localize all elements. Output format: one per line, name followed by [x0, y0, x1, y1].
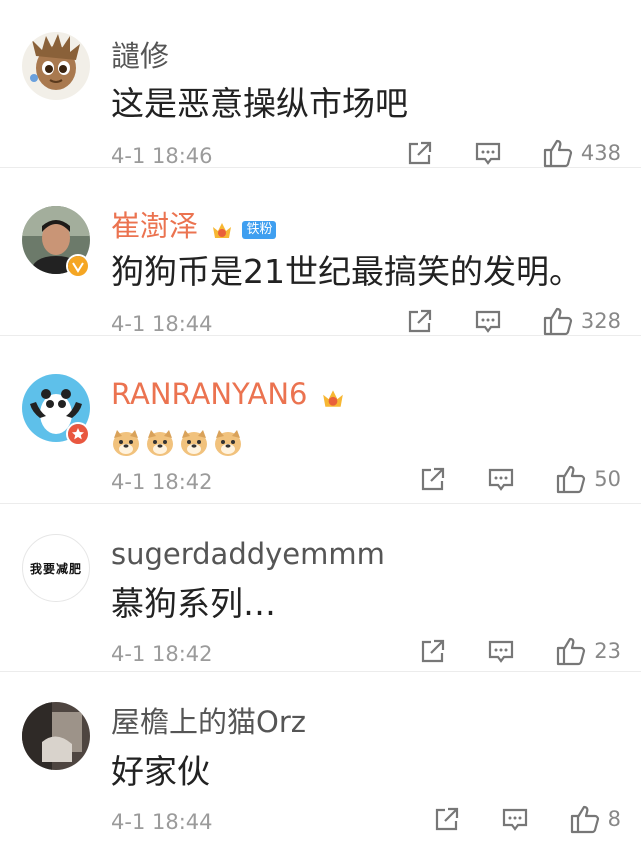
doge-emoji-icon — [113, 430, 139, 456]
crown-vip-icon — [213, 223, 232, 238]
user-badges — [321, 378, 345, 414]
comment-item: 崔澍泽 5 铁粉 狗狗币是21世纪最搞笑的发明。 4-1 18:44 328 — [0, 168, 641, 336]
like-count: 23 — [594, 639, 621, 663]
like-count: 8 — [607, 807, 621, 831]
like-count: 50 — [594, 467, 621, 491]
username-text: RANRANYAN6 — [111, 377, 308, 411]
comment-button[interactable] — [474, 139, 502, 167]
username[interactable]: 屋檐上的猫Orz — [111, 704, 306, 740]
groot-avatar-icon — [22, 32, 90, 100]
share-icon — [408, 309, 432, 333]
comment-button[interactable] — [487, 637, 515, 665]
like-button[interactable]: 438 — [542, 138, 621, 168]
user-badges: 5 铁粉 — [211, 210, 277, 246]
share-icon — [408, 141, 432, 165]
thumbs-up-icon — [543, 139, 573, 168]
comment-icon — [475, 142, 501, 165]
share-button[interactable] — [419, 465, 447, 493]
doge-emoji-icon — [181, 430, 207, 456]
timestamp: 4-1 18:42 — [111, 642, 213, 666]
comment-actions: 328 — [406, 306, 621, 336]
like-button[interactable]: 8 — [569, 804, 621, 834]
comment-button[interactable] — [501, 805, 529, 833]
thumbs-up-icon — [570, 805, 599, 834]
emoji-row — [111, 428, 243, 458]
comment-text: 慕狗系列… — [111, 584, 276, 623]
like-count: 328 — [580, 309, 621, 333]
comment-text: 狗狗币是21世纪最搞笑的发明。 — [111, 252, 582, 291]
share-icon — [422, 639, 445, 663]
share-button[interactable] — [419, 637, 447, 665]
avatar[interactable]: 我要减肥 — [22, 534, 90, 602]
like-button[interactable]: 23 — [555, 636, 621, 666]
timestamp: 4-1 18:44 — [111, 810, 213, 834]
comment-text: 这是恶意操纵市场吧 — [111, 84, 408, 123]
like-button[interactable]: 328 — [542, 306, 621, 336]
doge-emoji-icon — [147, 430, 173, 456]
fan-badge: 铁粉 — [242, 221, 277, 239]
comment-icon — [489, 640, 514, 663]
comment-icon — [502, 808, 527, 831]
comment-actions: 438 — [406, 138, 621, 168]
fan-badge-text: 铁粉 — [246, 222, 273, 237]
comment-item: RANRANYAN6 4-1 18:42 50 — [0, 336, 641, 504]
username[interactable]: RANRANYAN6 — [111, 376, 345, 414]
crown-vip-icon — [322, 390, 343, 407]
avatar[interactable] — [22, 702, 90, 770]
thumbs-up-icon — [557, 637, 586, 666]
comment-icon — [475, 310, 501, 333]
username[interactable]: sugerdaddyemmm — [111, 536, 385, 572]
comment-button[interactable] — [474, 307, 502, 335]
doge-emoji-icon — [215, 430, 241, 456]
like-button[interactable]: 50 — [555, 464, 621, 494]
share-button[interactable] — [433, 805, 461, 833]
avatar-text: 我要减肥 — [29, 561, 82, 576]
comment-actions: 23 — [419, 636, 621, 666]
share-button[interactable] — [406, 307, 434, 335]
comment-text: 好家伙 — [111, 752, 210, 791]
comment-item: 屋檐上的猫Orz 好家伙 4-1 18:44 8 — [0, 672, 641, 842]
share-button[interactable] — [406, 139, 434, 167]
comment-button[interactable] — [487, 465, 515, 493]
comment-item: 我要减肥 sugerdaddyemmm 慕狗系列… 4-1 18:42 23 — [0, 504, 641, 672]
comment-icon — [489, 468, 514, 491]
cat-photo-avatar-icon — [22, 702, 90, 770]
avatar[interactable] — [22, 32, 90, 100]
timestamp: 4-1 18:42 — [111, 470, 213, 494]
comment-actions: 50 — [419, 464, 621, 494]
thumbs-up-icon — [543, 307, 573, 336]
username-text: 崔澍泽 — [111, 209, 199, 243]
timestamp: 4-1 18:44 — [111, 312, 213, 336]
username[interactable]: 崔澍泽 5 铁粉 — [111, 208, 277, 246]
star-badge-icon — [66, 422, 90, 446]
like-count: 438 — [580, 141, 621, 165]
thumbs-up-icon — [557, 465, 586, 494]
username[interactable]: 譴修 — [111, 38, 169, 74]
share-icon — [435, 807, 458, 831]
verified-badge-icon — [66, 254, 90, 278]
comment-item: 譴修 这是恶意操纵市场吧 4-1 18:46 438 — [0, 0, 641, 168]
timestamp: 4-1 18:46 — [111, 144, 213, 168]
share-icon — [422, 467, 445, 491]
comment-actions: 8 — [433, 804, 621, 834]
